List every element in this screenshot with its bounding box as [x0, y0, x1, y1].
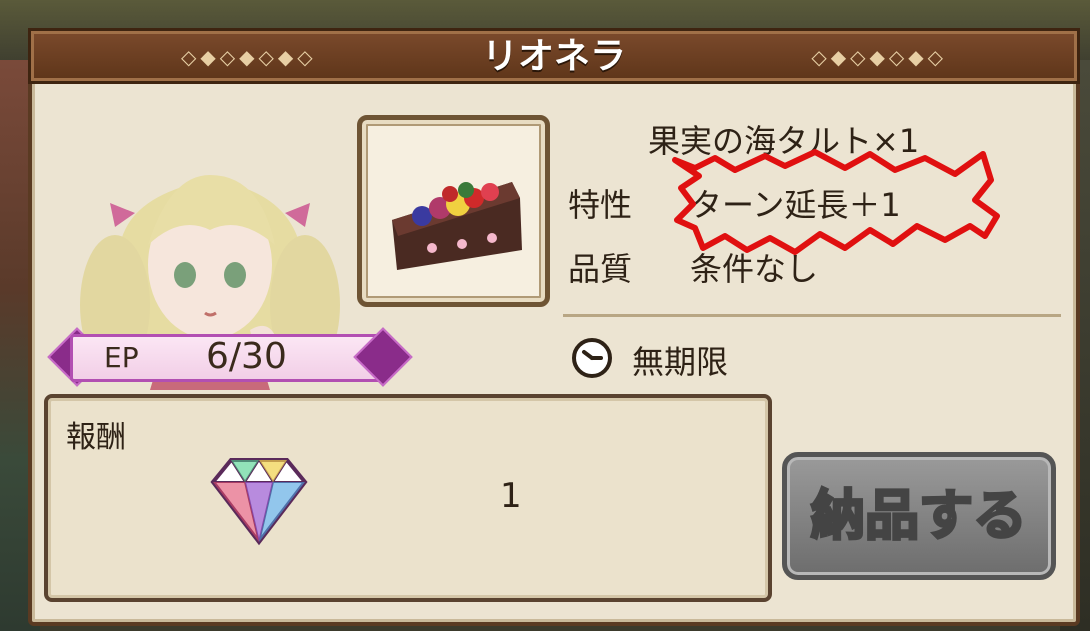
reward-label: 報酬 [66, 420, 126, 455]
ep-value: 6/30 [206, 336, 287, 377]
quality-label: 品質 [568, 250, 633, 288]
deliver-button[interactable]: 納品する [782, 452, 1056, 580]
clock-icon [572, 338, 612, 378]
item-frame[interactable] [357, 115, 550, 307]
fruit-tart-icon [392, 182, 522, 270]
item-name: 果実の海タルト×1 [648, 122, 920, 160]
quality-value: 条件なし [690, 250, 819, 288]
title-bar: ◇◆◇◆◇◆◇ リオネラ ◇◆◇◆◇◆◇ [28, 28, 1080, 84]
deadline-text: 無期限 [632, 343, 729, 381]
divider [563, 314, 1061, 317]
rainbow-gem-icon [210, 458, 308, 546]
trait-label: 特性 [568, 186, 633, 224]
reward-quantity: 1 [500, 476, 522, 516]
title-ornament-right: ◇◆◇◆◇◆◇ [811, 45, 947, 69]
trait-value: ターン延長＋1 [690, 186, 901, 224]
ep-label: EP [104, 341, 139, 374]
deliver-button-label: 納品する [810, 483, 1029, 549]
reward-box [44, 394, 772, 602]
